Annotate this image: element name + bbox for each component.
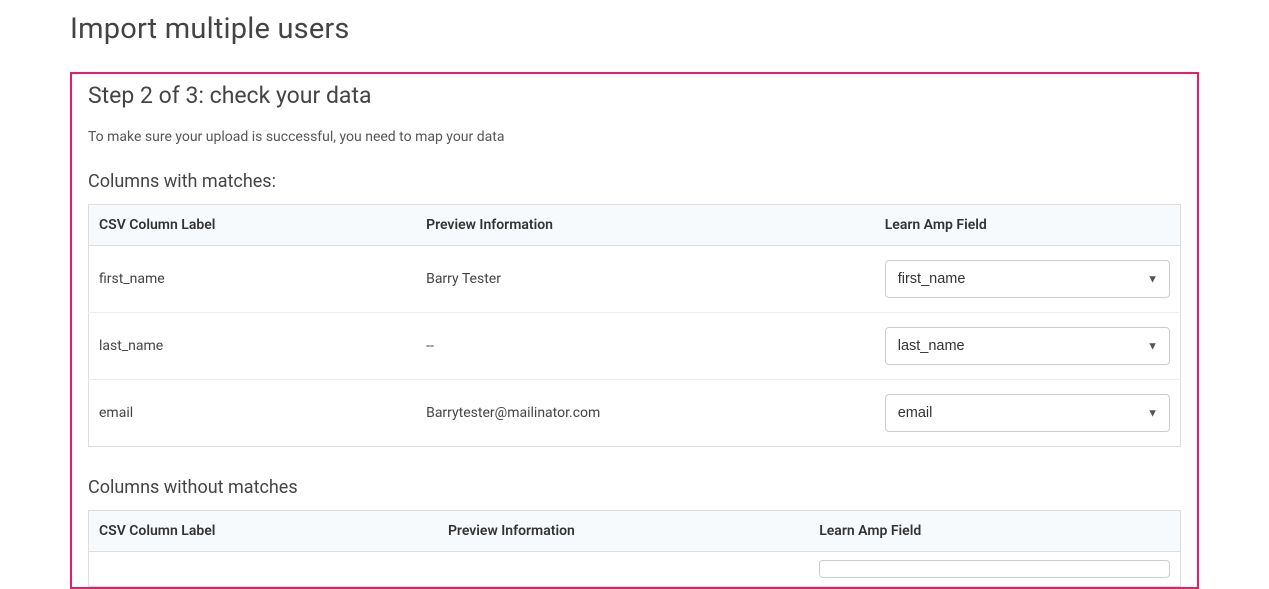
step-heading: Step 2 of 3: check your data [80, 82, 1189, 117]
field-select-last-name[interactable]: last_name [885, 327, 1170, 365]
cell-csv-label: last_name [89, 313, 417, 380]
table-row: last_name -- last_name ▼ [89, 313, 1181, 380]
col-header-field: Learn Amp Field [809, 511, 1180, 552]
unmatched-table: CSV Column Label Preview Information Lea… [88, 510, 1181, 587]
field-select-email[interactable]: email [885, 394, 1170, 432]
col-header-csv-label: CSV Column Label [89, 511, 438, 552]
helper-text: To make sure your upload is successful, … [80, 117, 1189, 145]
table-row: first_name Barry Tester first_name ▼ [89, 246, 1181, 313]
cell-csv-label: first_name [89, 246, 417, 313]
col-header-field: Learn Amp Field [875, 205, 1181, 246]
cell-preview: Barry Tester [416, 246, 875, 313]
table-row: email Barrytester@mailinator.com email ▼ [89, 380, 1181, 447]
table-row [89, 552, 1181, 587]
cell-field: last_name ▼ [875, 313, 1181, 380]
cell-field: email ▼ [875, 380, 1181, 447]
col-header-preview: Preview Information [438, 511, 809, 552]
unmatched-heading: Columns without matches [80, 469, 1189, 510]
cell-csv-label: email [89, 380, 417, 447]
field-select-first-name[interactable]: first_name [885, 260, 1170, 298]
cell-field: first_name ▼ [875, 246, 1181, 313]
import-step-panel: Step 2 of 3: check your data To make sur… [70, 72, 1199, 589]
field-select-unmatched[interactable] [819, 560, 1170, 578]
cell-preview: -- [416, 313, 875, 380]
matches-table: CSV Column Label Preview Information Lea… [88, 204, 1181, 447]
cell-preview: Barrytester@mailinator.com [416, 380, 875, 447]
col-header-csv-label: CSV Column Label [89, 205, 417, 246]
col-header-preview: Preview Information [416, 205, 875, 246]
matches-heading: Columns with matches: [80, 163, 1189, 204]
page-title: Import multiple users [70, 12, 1199, 46]
